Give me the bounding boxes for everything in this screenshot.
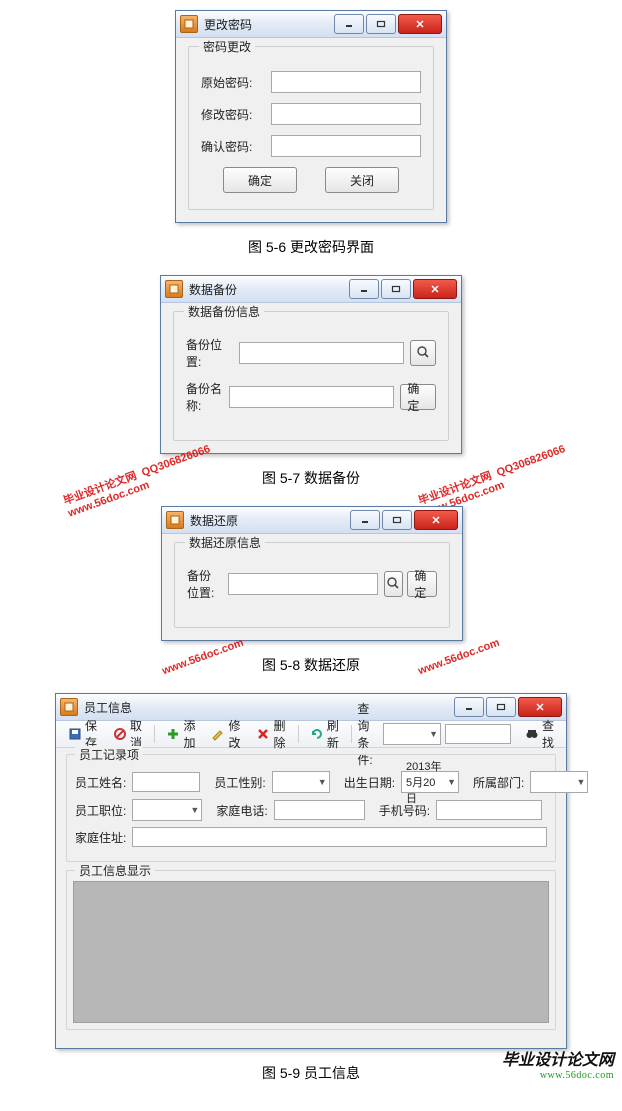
orig-password-label: 原始密码:	[201, 74, 271, 91]
figure-caption: 图 5-7 数据备份	[0, 468, 622, 488]
orig-password-input[interactable]	[271, 71, 421, 93]
chevron-down-icon: ▼	[576, 777, 585, 787]
emp-homephone-label: 家庭电话:	[216, 802, 267, 819]
new-password-input[interactable]	[271, 103, 421, 125]
emp-address-label: 家庭住址:	[75, 829, 126, 846]
refresh-icon	[310, 727, 324, 741]
ok-button[interactable]: 确定	[407, 571, 437, 597]
minimize-button[interactable]	[349, 279, 379, 299]
binoculars-icon	[525, 727, 539, 741]
window-title: 员工信息	[84, 699, 132, 716]
close-button-form[interactable]: 关闭	[325, 167, 399, 193]
minimize-button[interactable]	[350, 510, 380, 530]
save-icon	[68, 727, 82, 741]
toolbar-find[interactable]: 查找	[519, 715, 560, 753]
add-icon	[166, 727, 180, 741]
confirm-password-label: 确认密码:	[201, 138, 271, 155]
emp-mobile-label: 手机号码:	[379, 802, 430, 819]
toolbar-refresh[interactable]: 刷新	[304, 715, 345, 753]
backup-path-input[interactable]	[239, 342, 404, 364]
toolbar: 保存 取消 添加 修改 删除 刷新 查询条件: ▼ 查找	[56, 721, 566, 748]
close-button[interactable]	[413, 279, 457, 299]
emp-dept-label: 所属部门:	[473, 774, 524, 791]
app-icon	[60, 698, 78, 716]
ok-button[interactable]: 确定	[223, 167, 297, 193]
group-legend: 数据还原信息	[185, 534, 265, 551]
titlebar: 数据还原	[162, 507, 462, 534]
toolbar-add[interactable]: 添加	[160, 715, 201, 753]
maximize-button[interactable]	[382, 510, 412, 530]
window-title: 数据备份	[189, 281, 237, 298]
minimize-button[interactable]	[454, 697, 484, 717]
app-icon	[166, 511, 184, 529]
group-legend: 数据备份信息	[184, 303, 264, 320]
emp-gender-label: 员工性别:	[214, 774, 265, 791]
toolbar-edit[interactable]: 修改	[205, 715, 246, 753]
emp-birth-datepicker[interactable]: 2013年 5月20日▼	[401, 771, 459, 793]
delete-icon	[256, 727, 270, 741]
chevron-down-icon: ▼	[190, 805, 199, 815]
query-cond-dropdown[interactable]: ▼	[383, 723, 441, 745]
maximize-button[interactable]	[486, 697, 516, 717]
minimize-button[interactable]	[334, 14, 364, 34]
query-value-input[interactable]	[445, 724, 511, 744]
emp-mobile-input[interactable]	[436, 800, 542, 820]
emp-title-label: 员工职位:	[75, 802, 126, 819]
confirm-password-input[interactable]	[271, 135, 421, 157]
search-icon	[386, 576, 400, 593]
figure-caption: 图 5-6 更改密码界面	[0, 237, 622, 257]
cancel-icon	[113, 727, 127, 741]
browse-button[interactable]	[410, 340, 436, 366]
maximize-button[interactable]	[366, 14, 396, 34]
app-icon	[180, 15, 198, 33]
new-password-label: 修改密码:	[201, 106, 271, 123]
emp-address-input[interactable]	[132, 827, 547, 847]
backup-path-label: 备份位置:	[186, 336, 239, 370]
ok-button[interactable]: 确定	[400, 384, 436, 410]
chevron-down-icon: ▼	[429, 729, 438, 739]
edit-icon	[211, 727, 225, 741]
emp-title-dropdown[interactable]: ▼	[132, 799, 202, 821]
maximize-button[interactable]	[381, 279, 411, 299]
figure-caption: 图 5-8 数据还原	[0, 655, 622, 675]
emp-name-label: 员工姓名:	[75, 774, 126, 791]
group-legend: 员工信息显示	[75, 862, 155, 879]
browse-button[interactable]	[384, 571, 404, 597]
emp-data-grid[interactable]	[73, 881, 549, 1023]
toolbar-delete[interactable]: 删除	[250, 715, 291, 753]
restore-path-input[interactable]	[228, 573, 378, 595]
emp-birth-label: 出生日期:	[344, 774, 395, 791]
footer-badge: 毕业设计论文网 www.56doc.com	[502, 1046, 614, 1081]
group-legend: 员工记录项	[75, 746, 143, 763]
chevron-down-icon: ▼	[447, 777, 456, 787]
backup-name-input[interactable]	[229, 386, 394, 408]
backup-name-label: 备份名称:	[186, 380, 229, 414]
emp-dept-dropdown[interactable]: ▼	[530, 771, 588, 793]
app-icon	[165, 280, 183, 298]
titlebar: 数据备份	[161, 276, 461, 303]
close-button[interactable]	[518, 697, 562, 717]
emp-gender-dropdown[interactable]: ▼	[272, 771, 330, 793]
group-legend: 密码更改	[199, 38, 255, 55]
chevron-down-icon: ▼	[318, 777, 327, 787]
emp-name-input[interactable]	[132, 772, 200, 792]
emp-homephone-input[interactable]	[274, 800, 365, 820]
titlebar: 更改密码	[176, 11, 446, 38]
window-title: 数据还原	[190, 512, 238, 529]
restore-path-label: 备份位置:	[187, 567, 228, 601]
close-button[interactable]	[414, 510, 458, 530]
window-title: 更改密码	[204, 16, 252, 33]
close-button[interactable]	[398, 14, 442, 34]
search-icon	[416, 345, 430, 362]
